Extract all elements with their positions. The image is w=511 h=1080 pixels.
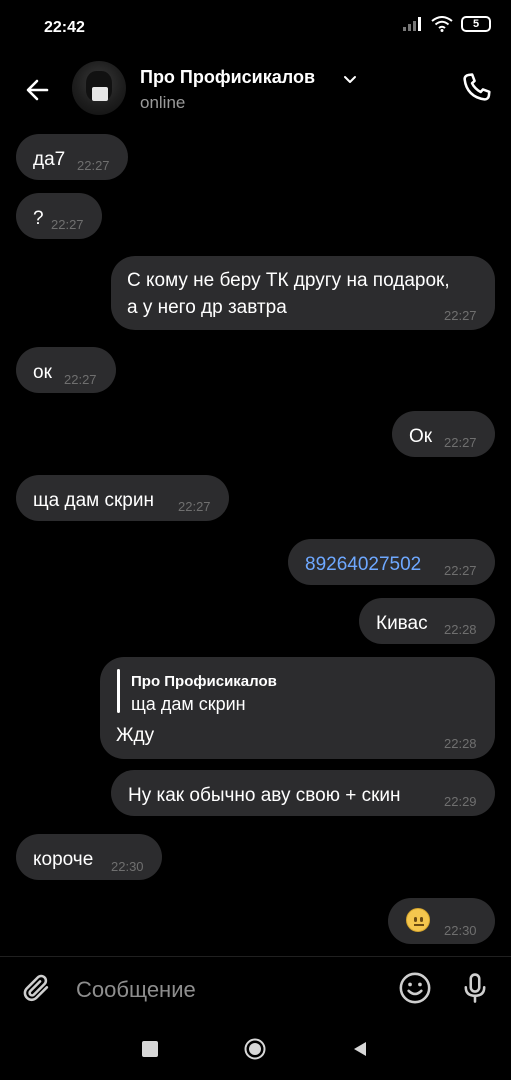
- message-incoming[interactable]: ? 22:27: [16, 193, 102, 239]
- message-text: Кивас: [376, 613, 428, 634]
- message-text: Жду: [116, 725, 155, 746]
- message-list[interactable]: да7 22:27 ? 22:27 С кому не беру ТК друг…: [0, 126, 511, 956]
- back-arrow-icon[interactable]: [20, 72, 56, 108]
- message-text: ща дам скрин: [33, 490, 154, 511]
- message-text-line: С кому не беру ТК другу на подарок,: [127, 270, 450, 291]
- neutral-face-emoji: [406, 908, 430, 932]
- home-circle-icon[interactable]: [244, 1038, 266, 1060]
- phone-icon[interactable]: [459, 71, 493, 105]
- smiley-icon[interactable]: [398, 971, 432, 1005]
- message-time: 22:28: [444, 736, 477, 751]
- message-text: ?: [33, 208, 44, 229]
- message-text: короче: [33, 849, 94, 870]
- recents-square-icon[interactable]: [142, 1041, 158, 1057]
- message-text: Ок: [409, 426, 433, 447]
- avatar-phone: [92, 87, 108, 101]
- message-input[interactable]: [74, 971, 378, 1009]
- message-outgoing[interactable]: С кому не беру ТК другу на подарок, а у …: [111, 256, 495, 330]
- message-time: 22:27: [51, 217, 84, 232]
- message-time: 22:29: [444, 794, 477, 809]
- chat-title[interactable]: Про Профисикалов: [140, 67, 315, 88]
- microphone-icon[interactable]: [458, 971, 492, 1005]
- message-text-line: а у него др завтра: [127, 297, 287, 318]
- chat-header: Про Профисикалов online: [0, 56, 511, 126]
- status-bar: 22:42 5: [0, 0, 511, 56]
- message-incoming[interactable]: короче 22:30: [16, 834, 162, 880]
- message-time: 22:28: [444, 622, 477, 637]
- status-icons: 5: [403, 16, 491, 32]
- wifi-icon: [431, 16, 453, 32]
- message-incoming[interactable]: ок 22:27: [16, 347, 116, 393]
- message-text: да7: [33, 149, 66, 170]
- message-outgoing[interactable]: Кивас 22:28: [359, 598, 495, 644]
- message-composer: [0, 956, 511, 1021]
- message-outgoing[interactable]: Ну как обычно аву свою + скин 22:29: [111, 770, 495, 816]
- message-time: 22:27: [444, 435, 477, 450]
- status-time: 22:42: [44, 19, 85, 36]
- message-time: 22:27: [444, 563, 477, 578]
- avatar[interactable]: [72, 61, 126, 115]
- message-outgoing-reply[interactable]: Про Профисикалов ща дам скрин Жду 22:28: [100, 657, 495, 759]
- message-time: 22:30: [111, 859, 144, 874]
- message-time: 22:27: [77, 158, 110, 173]
- signal-icon: [403, 17, 421, 31]
- reply-quote-text: ща дам скрин: [131, 694, 246, 714]
- online-status: online: [140, 93, 186, 112]
- message-outgoing[interactable]: 22:30: [388, 898, 495, 944]
- system-nav-bar: [0, 1020, 511, 1080]
- message-time: 22:27: [178, 499, 211, 514]
- battery-icon: 5: [461, 16, 491, 32]
- chevron-down-icon[interactable]: [343, 72, 357, 86]
- message-text: Ну как обычно аву свою + скин: [128, 785, 401, 806]
- phone-number-link[interactable]: 89264027502: [305, 551, 421, 578]
- paperclip-icon[interactable]: [20, 971, 54, 1005]
- reply-quote-bar: [117, 669, 120, 713]
- message-incoming[interactable]: да7 22:27: [16, 134, 128, 180]
- message-outgoing[interactable]: 89264027502 22:27: [288, 539, 495, 585]
- message-time: 22:27: [64, 372, 97, 387]
- back-triangle-icon[interactable]: [352, 1041, 368, 1057]
- message-outgoing[interactable]: Ок 22:27: [392, 411, 495, 457]
- message-text: ок: [33, 362, 52, 383]
- message-time: 22:30: [444, 923, 477, 938]
- message-time: 22:27: [444, 308, 477, 323]
- message-incoming[interactable]: ща дам скрин 22:27: [16, 475, 229, 521]
